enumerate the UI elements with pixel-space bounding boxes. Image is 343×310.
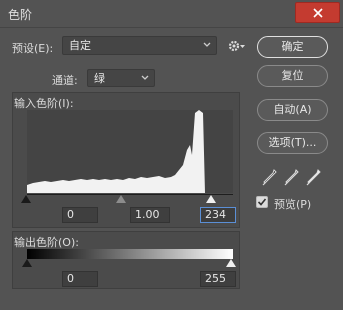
- black-eyedropper-icon[interactable]: [262, 168, 278, 186]
- output-black-field[interactable]: 0: [62, 271, 98, 287]
- preset-dropdown[interactable]: 自定: [62, 36, 217, 55]
- input-black-field[interactable]: 0: [62, 207, 98, 223]
- title-bar: 色阶: [0, 0, 343, 28]
- preset-value: 自定: [69, 39, 91, 52]
- preview-label: 预览(P): [274, 198, 312, 211]
- channel-dropdown[interactable]: 绿: [87, 69, 155, 87]
- checkmark-icon: [257, 198, 267, 206]
- preview-checkbox[interactable]: [256, 196, 268, 208]
- close-button[interactable]: [295, 2, 340, 23]
- white-eyedropper-icon[interactable]: [306, 168, 322, 186]
- window-title: 色阶: [8, 8, 33, 22]
- output-white-handle[interactable]: [226, 259, 236, 267]
- input-gamma-handle[interactable]: [116, 195, 126, 203]
- histogram: [27, 110, 233, 193]
- options-button[interactable]: 选项(T)...: [257, 132, 328, 154]
- chevron-down-icon: [141, 75, 149, 80]
- gray-eyedropper-icon[interactable]: [284, 168, 300, 186]
- close-icon: [312, 7, 323, 18]
- output-gradient: [27, 249, 233, 259]
- input-black-handle[interactable]: [21, 195, 31, 203]
- input-gamma-field[interactable]: 1.00: [130, 207, 170, 223]
- auto-button[interactable]: 自动(A): [257, 99, 328, 121]
- chevron-down-icon: [203, 42, 211, 47]
- input-white-field[interactable]: 234: [200, 207, 236, 223]
- output-white-field[interactable]: 255: [200, 271, 236, 287]
- gear-icon[interactable]: [227, 38, 247, 54]
- preset-label: 预设(E):: [12, 42, 54, 55]
- input-levels-label: 输入色阶(I):: [14, 97, 74, 110]
- output-black-handle[interactable]: [22, 259, 32, 267]
- output-levels-label: 输出色阶(O):: [14, 236, 79, 249]
- input-slider-track: [27, 194, 233, 195]
- input-white-handle[interactable]: [206, 195, 216, 203]
- channel-value: 绿: [94, 72, 105, 85]
- channel-label: 通道:: [52, 74, 78, 87]
- ok-button[interactable]: 确定: [257, 36, 328, 58]
- reset-button[interactable]: 复位: [257, 65, 328, 87]
- histogram-graph: [27, 110, 205, 193]
